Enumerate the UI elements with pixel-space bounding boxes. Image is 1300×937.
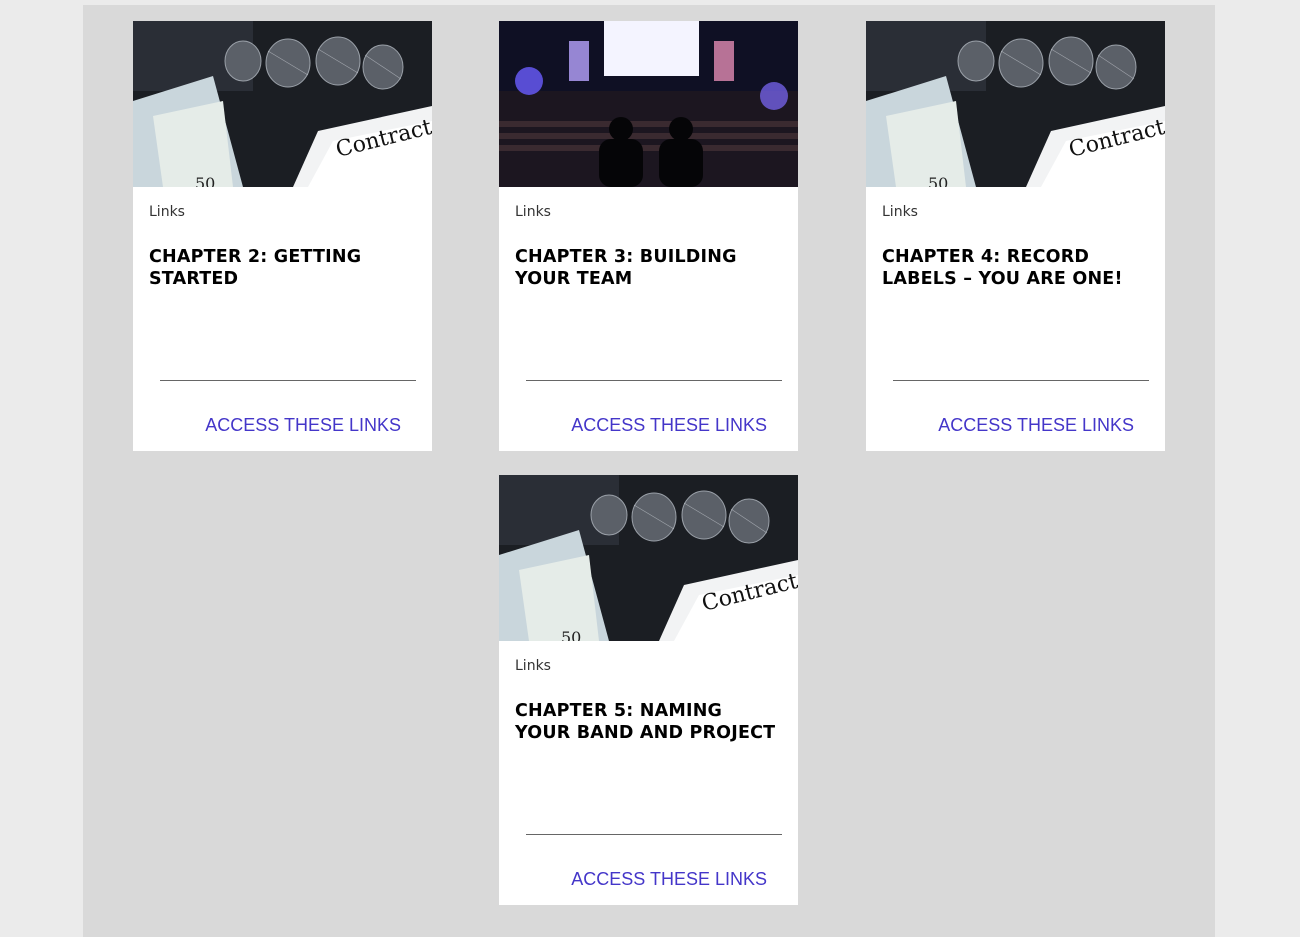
post-thumbnail[interactable] [499, 21, 798, 187]
post-card: Contract 50 Links CHAPTER 4: RECORD LABE… [866, 21, 1165, 451]
svg-text:50: 50 [928, 174, 948, 187]
microphones-contract-image: Contract 50 [499, 475, 798, 641]
post-card: Contract 50 Links CHAPTER 2: GETTING STA… [133, 21, 432, 451]
access-links-button[interactable]: ACCESS THESE LINKS [205, 415, 401, 436]
post-category[interactable]: Links [149, 204, 185, 220]
access-links-button[interactable]: ACCESS THESE LINKS [571, 869, 767, 890]
svg-text:50: 50 [561, 628, 581, 641]
post-title[interactable]: CHAPTER 4: RECORD LABELS – YOU ARE ONE! [882, 246, 1148, 290]
divider [160, 380, 416, 381]
posts-grid: Contract 50 Links CHAPTER 2: GETTING STA… [83, 5, 1215, 937]
access-links-button[interactable]: ACCESS THESE LINKS [938, 415, 1134, 436]
post-thumbnail[interactable]: Contract 50 [133, 21, 432, 187]
microphones-contract-image: Contract 50 [866, 21, 1165, 187]
post-thumbnail[interactable]: Contract 50 [499, 475, 798, 641]
post-title[interactable]: CHAPTER 5: NAMING YOUR BAND AND PROJECT [515, 700, 781, 744]
divider [526, 834, 782, 835]
post-category[interactable]: Links [515, 204, 551, 220]
post-thumbnail[interactable]: Contract 50 [866, 21, 1165, 187]
post-card: Links CHAPTER 3: BUILDING YOUR TEAM ACCE… [499, 21, 798, 451]
post-card: Contract 50 Links CHAPTER 5: NAMING YOUR… [499, 475, 798, 905]
post-title[interactable]: CHAPTER 2: GETTING STARTED [149, 246, 415, 290]
microphones-contract-image: Contract 50 [133, 21, 432, 187]
divider [526, 380, 782, 381]
post-category[interactable]: Links [882, 204, 918, 220]
access-links-button[interactable]: ACCESS THESE LINKS [571, 415, 767, 436]
post-category[interactable]: Links [515, 658, 551, 674]
concert-stage-image [499, 21, 798, 187]
svg-text:50: 50 [195, 174, 215, 187]
post-title[interactable]: CHAPTER 3: BUILDING YOUR TEAM [515, 246, 781, 290]
divider [893, 380, 1149, 381]
